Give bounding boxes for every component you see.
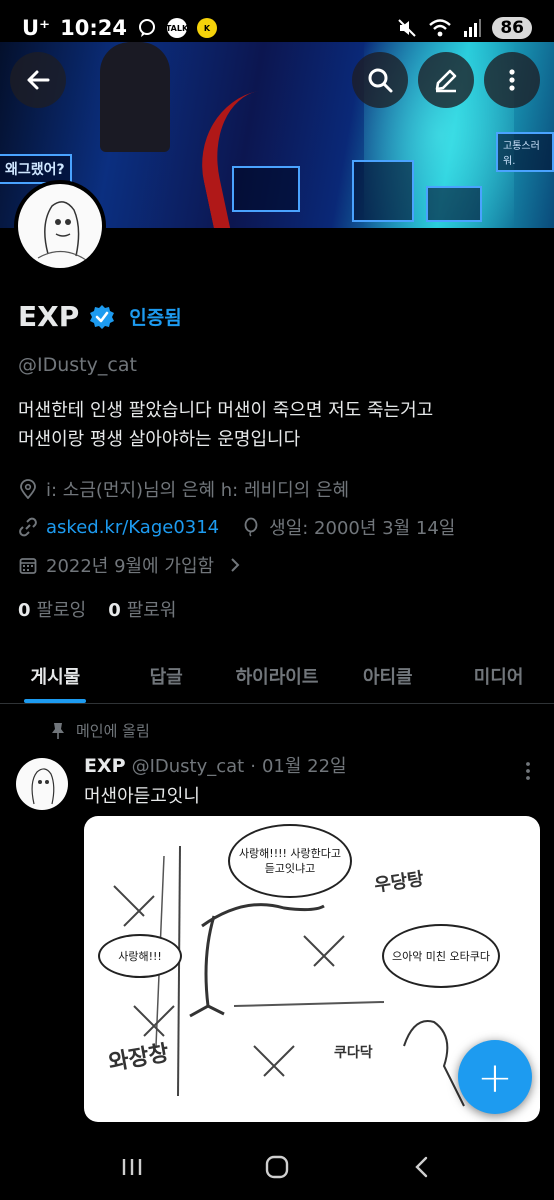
tab-media[interactable]: 미디어 (443, 648, 554, 703)
calendar-icon (19, 558, 37, 574)
talk-notification-icon: TALK (166, 18, 188, 38)
following-count: 0 (18, 600, 31, 621)
profile-avatar[interactable] (14, 180, 106, 272)
pinned-label: 메인에 올림 (76, 722, 150, 740)
app-notification-icon: K (197, 18, 217, 38)
post-text: 머샌아듣고잇니 (84, 786, 200, 807)
search-button[interactable] (352, 52, 408, 108)
banner-panel-1 (232, 166, 300, 212)
home-icon (265, 1155, 289, 1179)
recents-icon (123, 1159, 142, 1175)
more-options-button[interactable] (484, 52, 540, 108)
mute-icon (398, 19, 417, 37)
post-separator: · (250, 756, 256, 777)
follow-stats: 0 팔로잉 0 팔로워 (18, 596, 176, 622)
back-chevron-icon (414, 1156, 427, 1178)
signal-icon (464, 19, 482, 37)
tab-replies[interactable]: 답글 (111, 648, 222, 703)
carrier-label: U⁺ (22, 16, 51, 40)
sfx-text-3: 쿠다닥 (334, 1045, 373, 1061)
search-icon (368, 68, 393, 93)
system-nav-bar (0, 1134, 554, 1200)
post-more-button[interactable] (524, 760, 532, 782)
followers-link[interactable]: 0 팔로워 (108, 596, 176, 622)
chevron-right-icon (231, 558, 240, 572)
chat-bubble-icon (139, 19, 155, 37)
tab-posts[interactable]: 게시물 (0, 648, 111, 703)
recents-button[interactable] (102, 1147, 162, 1187)
pinned-indicator: 메인에 올림 (50, 720, 150, 741)
more-vertical-icon (509, 69, 515, 91)
pencil-icon (435, 69, 457, 93)
followers-label: 팔로워 (126, 600, 177, 621)
tab-articles[interactable]: 아티클 (332, 648, 443, 703)
post-author-avatar[interactable] (16, 758, 68, 810)
post-avatar-drawing-icon (31, 768, 55, 805)
post-header: EXP @IDusty_cat · 01월 22일 (84, 752, 347, 778)
banner-panel-3 (426, 186, 482, 222)
plus-icon: + (477, 1052, 513, 1102)
arrow-left-icon (27, 70, 50, 90)
avatar-drawing-icon (37, 201, 87, 261)
speech-bubble-2: 사랑해!!! (98, 934, 182, 978)
speech-bubble-3: 으아악 미친 오타쿠다 (382, 924, 500, 988)
banner-sign-right: 고통스러워. (496, 132, 554, 172)
post-author-handle[interactable]: @IDusty_cat (132, 756, 245, 777)
joined-text: 2022년 9월에 가입함 (46, 556, 215, 577)
avatar-sketch (18, 184, 102, 268)
joined-row[interactable]: 2022년 9월에 가입함 (18, 552, 244, 578)
pin-icon (52, 722, 64, 739)
compose-fab-button[interactable]: + (458, 1040, 532, 1114)
location-row: i: 소금(먼지)님의 은혜 h: 레비디의 은혜 (18, 476, 349, 502)
location-text: i: 소금(먼지)님의 은혜 h: 레비디의 은혜 (46, 480, 350, 501)
balloon-icon (244, 517, 258, 537)
bio-line-1: 머샌한테 인생 팔았습니다 머샌이 죽으면 저도 죽는거고 (18, 400, 434, 421)
verified-label[interactable]: 인증됨 (129, 303, 181, 330)
back-button[interactable] (10, 52, 66, 108)
bio-line-2: 머샌이랑 평생 살아야하는 운명입니다 (18, 429, 301, 450)
profile-name-row: EXP 인증됨 (18, 300, 182, 333)
following-label: 팔로잉 (36, 600, 87, 621)
location-pin-icon (20, 479, 36, 499)
verified-badge-icon[interactable] (89, 304, 115, 330)
website-link[interactable]: asked.kr/Kage0314 (46, 517, 219, 538)
speech-bubble-1: 사랑해!!!! 사랑한다고 듣고잇냐고 (228, 824, 352, 898)
profile-tabs: 게시물 답글 하이라이트 아티클 미디어 (0, 648, 554, 704)
banner-figure (100, 42, 170, 152)
time-label: 10:24 (60, 16, 127, 40)
compose-button[interactable] (418, 52, 474, 108)
following-link[interactable]: 0 팔로잉 (18, 596, 86, 622)
display-name: EXP (18, 300, 80, 333)
birthday-text: 생일: 2000년 3월 14일 (269, 518, 456, 539)
banner-panel-2 (352, 160, 414, 222)
back-nav-button[interactable] (392, 1147, 452, 1187)
followers-count: 0 (108, 600, 121, 621)
battery-indicator: 86 (492, 17, 532, 39)
post-author-name[interactable]: EXP (84, 755, 126, 777)
home-button[interactable] (247, 1147, 307, 1187)
website-birthday-row: asked.kr/Kage0314 생일: 2000년 3월 14일 (18, 514, 455, 540)
profile-handle: @IDusty_cat (18, 354, 137, 376)
tab-highlights[interactable]: 하이라이트 (222, 648, 333, 703)
link-icon (19, 517, 37, 537)
more-vertical-icon (526, 762, 530, 780)
profile-bio: 머샌한테 인생 팔았습니다 머샌이 죽으면 저도 죽는거고 머샌이랑 평생 살아… (18, 396, 538, 454)
wifi-icon (429, 19, 452, 37)
post-date[interactable]: 01월 22일 (262, 752, 347, 778)
